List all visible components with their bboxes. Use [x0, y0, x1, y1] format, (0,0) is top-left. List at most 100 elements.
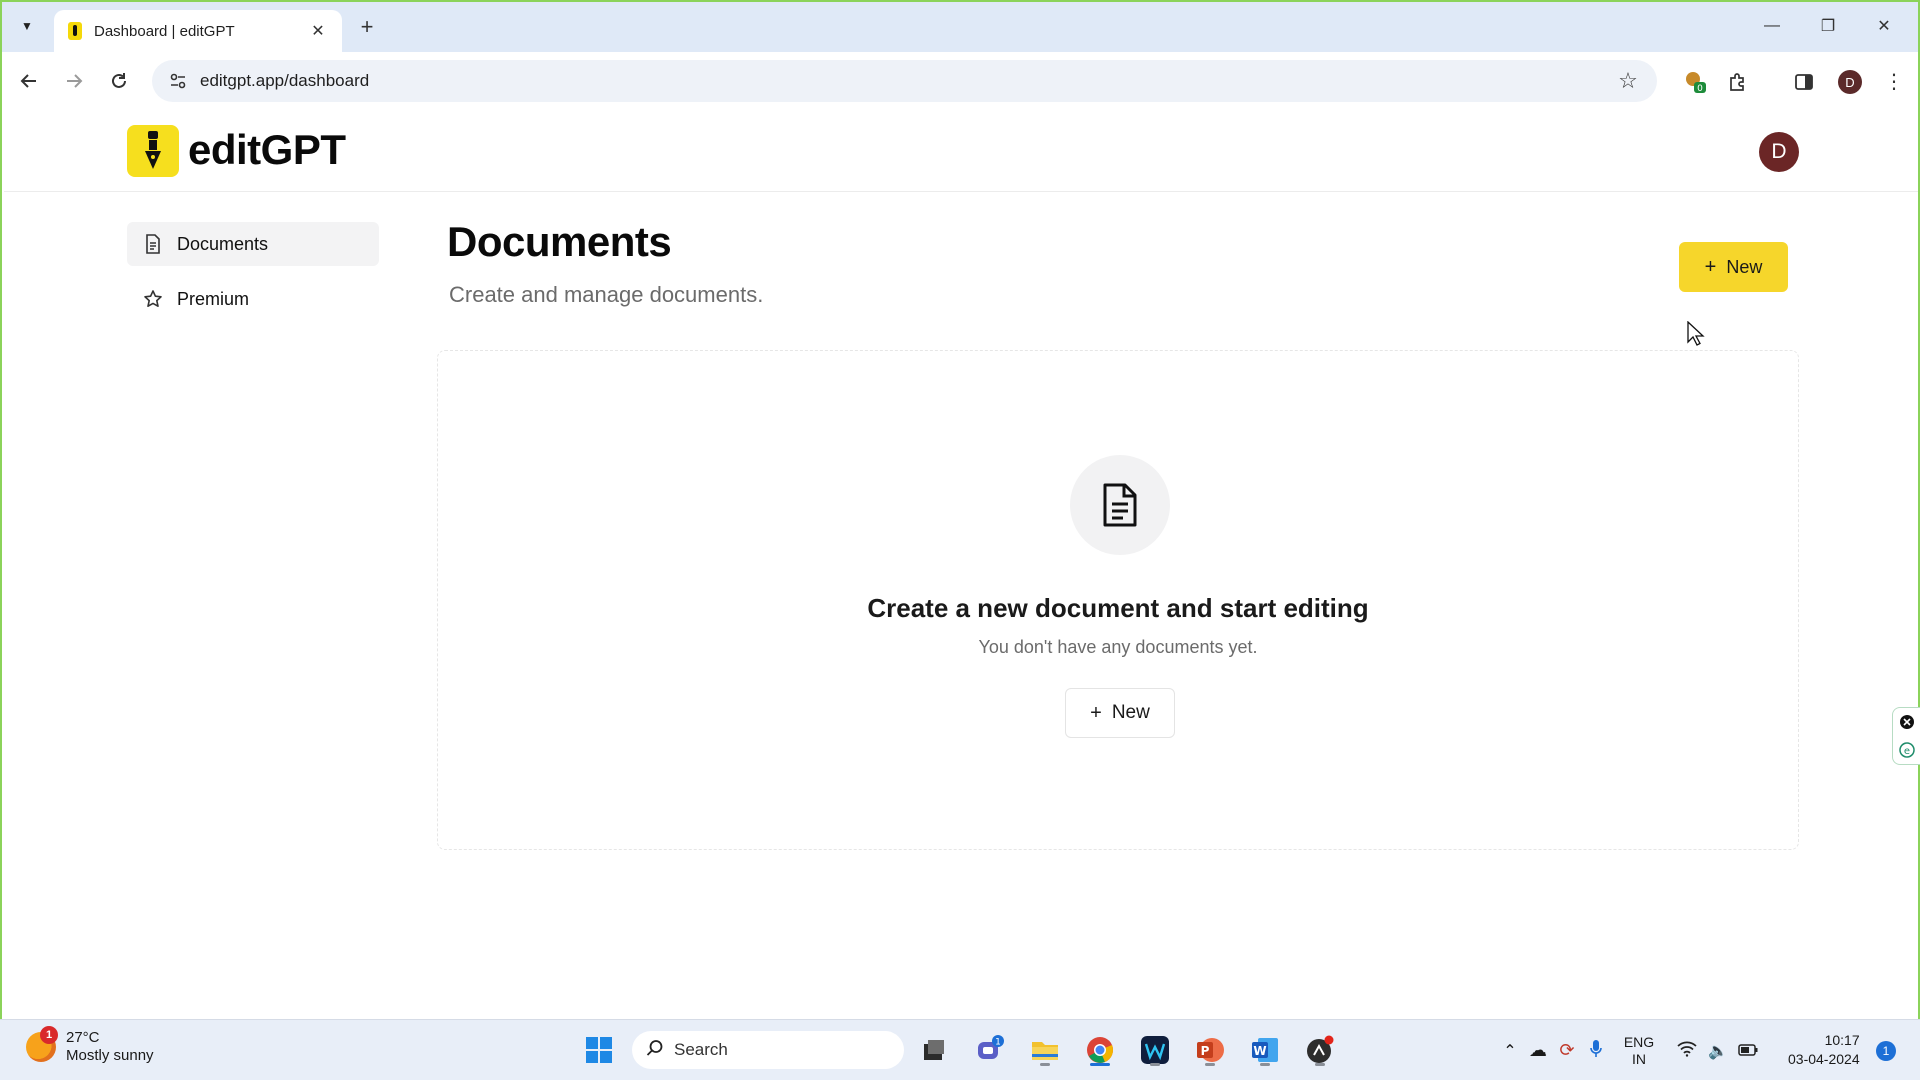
volume-icon[interactable]: 🔈: [1703, 1041, 1733, 1061]
back-button[interactable]: [14, 66, 44, 96]
profile-button[interactable]: D: [1834, 66, 1866, 98]
app-w-icon: [1141, 1036, 1169, 1064]
logo-text[interactable]: editGPT: [188, 126, 346, 174]
svg-text:P: P: [1201, 1044, 1210, 1058]
app-button-dark[interactable]: [1301, 1031, 1339, 1069]
document-icon: [143, 234, 163, 254]
user-avatar[interactable]: D: [1759, 132, 1799, 172]
chrome-button[interactable]: [1081, 1031, 1119, 1069]
taskbar-search[interactable]: Search: [632, 1031, 904, 1069]
new-document-button[interactable]: + New: [1679, 242, 1788, 292]
tab-search-button[interactable]: ▼: [14, 13, 40, 39]
running-indicator: [1260, 1063, 1270, 1066]
system-clock[interactable]: 10:17 03-04-2024: [1788, 1031, 1860, 1069]
sidebar-item-documents[interactable]: Documents: [127, 222, 379, 266]
sync-icon[interactable]: ⟳: [1553, 1040, 1581, 1061]
menu-button[interactable]: ⋮: [1878, 66, 1910, 98]
web-page: editGPT D Documents Premium Documents Cr…: [4, 110, 1920, 1021]
active-indicator: [1090, 1063, 1110, 1066]
plus-icon: +: [1090, 701, 1102, 724]
new-button-label: New: [1726, 256, 1763, 277]
weather-widget[interactable]: 1 27°C Mostly sunny: [26, 1026, 154, 1065]
language-bottom: IN: [1632, 1050, 1646, 1067]
url-text: editgpt.app/dashboard: [200, 71, 370, 90]
bookmark-star-icon[interactable]: ☆: [1613, 68, 1643, 94]
svg-text:W: W: [1253, 1044, 1266, 1058]
taskbar: 1 27°C Mostly sunny Search 1 P W ⌃ ☁ ⟳ E…: [0, 1019, 1920, 1080]
start-button[interactable]: [580, 1031, 618, 1069]
plus-icon: +: [1704, 255, 1717, 278]
language-top: ENG: [1623, 1033, 1655, 1050]
logo-icon[interactable]: [127, 125, 179, 177]
running-indicator: [1315, 1063, 1325, 1066]
page-subtitle: Create and manage documents.: [449, 282, 764, 307]
tab-strip: ▼ Dashboard | editGPT ✕ + — ❐ ✕: [2, 2, 1918, 52]
new-tab-button[interactable]: +: [354, 14, 380, 40]
extension-logo-icon[interactable]: e: [1898, 742, 1915, 758]
clock-time: 10:17: [1824, 1032, 1860, 1048]
chat-icon: 1: [978, 1035, 1004, 1059]
forward-button[interactable]: [59, 66, 89, 96]
language-indicator[interactable]: ENG IN: [1617, 1034, 1661, 1068]
close-window-button[interactable]: ✕: [1856, 8, 1912, 44]
powerpoint-button[interactable]: P: [1191, 1031, 1229, 1069]
task-view-button[interactable]: [915, 1031, 953, 1069]
chevron-up-icon[interactable]: ⌃: [1497, 1041, 1523, 1061]
word-button[interactable]: W: [1246, 1031, 1284, 1069]
address-bar[interactable]: editgpt.app/dashboard ☆: [152, 60, 1657, 102]
sidebar-item-premium[interactable]: Premium: [127, 277, 379, 321]
task-view-icon: [924, 1040, 944, 1060]
profile-avatar: D: [1838, 70, 1862, 94]
mouse-cursor-icon: [1687, 321, 1705, 346]
reload-button[interactable]: [104, 66, 134, 96]
favicon-icon: [68, 22, 82, 40]
new-button-label: New: [1111, 702, 1150, 723]
battery-icon[interactable]: [1733, 1043, 1763, 1059]
reload-icon: [112, 73, 126, 88]
windows-logo-icon: [586, 1037, 612, 1063]
side-panel-icon: [1795, 74, 1813, 90]
microphone-icon[interactable]: [1581, 1039, 1611, 1062]
running-indicator: [1205, 1063, 1215, 1066]
star-icon: [143, 289, 163, 309]
word-icon: W: [1252, 1038, 1278, 1062]
svg-text:0: 0: [1697, 84, 1703, 94]
chevron-down-icon: ▼: [21, 19, 33, 33]
close-circle-icon[interactable]: [1899, 714, 1915, 730]
arrow-left-icon: [20, 74, 36, 88]
empty-state-subtext: You don't have any documents yet.: [978, 637, 1258, 657]
running-indicator: [1150, 1063, 1160, 1066]
clock-date: 03-04-2024: [1788, 1051, 1860, 1067]
minimize-button[interactable]: —: [1744, 8, 1800, 44]
notification-badge[interactable]: 1: [1876, 1041, 1896, 1061]
empty-state-new-button[interactable]: + New: [1065, 688, 1175, 738]
wifi-icon[interactable]: [1671, 1041, 1703, 1060]
extensions-puzzle-button[interactable]: [1722, 66, 1754, 98]
app-dark-icon: [1307, 1035, 1334, 1063]
side-extension-widget[interactable]: e: [1892, 707, 1920, 765]
browser-toolbar: editgpt.app/dashboard ☆ 0 D ⋮: [2, 52, 1918, 110]
browser-window: ▼ Dashboard | editGPT ✕ + — ❐ ✕ editgpt.…: [0, 0, 1920, 1021]
sidebar-item-label: Premium: [177, 288, 250, 309]
extension-button[interactable]: 0: [1679, 66, 1711, 98]
weather-desc: Mostly sunny: [66, 1047, 154, 1064]
file-explorer-button[interactable]: [1026, 1031, 1064, 1069]
side-panel-button[interactable]: [1788, 66, 1820, 98]
cloud-icon[interactable]: ☁: [1523, 1040, 1553, 1061]
site-settings-icon[interactable]: [166, 69, 190, 93]
running-indicator: [1040, 1063, 1050, 1066]
app-button-w[interactable]: [1136, 1031, 1174, 1069]
page-title: Documents: [447, 218, 672, 265]
app-header: editGPT D: [4, 110, 1918, 192]
restore-button[interactable]: ❐: [1800, 8, 1856, 44]
window-controls: — ❐ ✕: [1744, 8, 1912, 44]
search-icon: [646, 1039, 664, 1062]
search-placeholder: Search: [674, 1040, 728, 1059]
close-icon[interactable]: ✕: [308, 21, 328, 41]
empty-state-heading: Create a new document and start editing: [867, 593, 1369, 623]
teams-chat-button[interactable]: 1: [971, 1031, 1009, 1069]
extension-badge-icon: 0: [1686, 72, 1706, 94]
browser-tab-active[interactable]: Dashboard | editGPT ✕: [54, 10, 342, 52]
sidebar-item-label: Documents: [177, 233, 269, 254]
more-vertical-icon: ⋮: [1884, 71, 1904, 93]
